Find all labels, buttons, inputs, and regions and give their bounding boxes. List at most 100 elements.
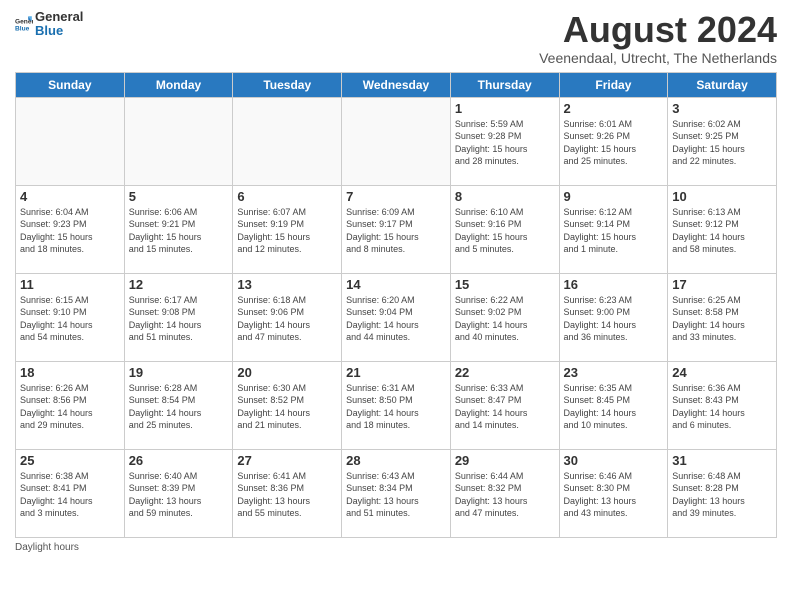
day-info: Sunrise: 6:06 AM Sunset: 9:21 PM Dayligh…	[129, 206, 229, 256]
calendar-cell	[342, 97, 451, 185]
weekday-header-row: SundayMondayTuesdayWednesdayThursdayFrid…	[16, 72, 777, 97]
location-title: Veenendaal, Utrecht, The Netherlands	[539, 50, 777, 66]
day-info: Sunrise: 6:01 AM Sunset: 9:26 PM Dayligh…	[564, 118, 664, 168]
week-row-1: 1 Sunrise: 5:59 AM Sunset: 9:28 PM Daylig…	[16, 97, 777, 185]
day-info: Sunrise: 6:33 AM Sunset: 8:47 PM Dayligh…	[455, 382, 555, 432]
calendar-cell: 22Sunrise: 6:33 AM Sunset: 8:47 PM Dayli…	[450, 361, 559, 449]
day-number: 20	[237, 365, 337, 380]
day-info: Sunrise: 6:28 AM Sunset: 8:54 PM Dayligh…	[129, 382, 229, 432]
day-info: Sunrise: 6:44 AM Sunset: 8:32 PM Dayligh…	[455, 470, 555, 520]
day-info: Sunrise: 6:20 AM Sunset: 9:04 PM Dayligh…	[346, 294, 446, 344]
calendar-cell: 11 Sunrise: 6:15 AM Sunset: 9:10 PM Dayli…	[16, 273, 125, 361]
day-number: 15	[455, 277, 555, 292]
day-info: Sunrise: 6:30 AM Sunset: 8:52 PM Dayligh…	[237, 382, 337, 432]
day-number: 18	[20, 365, 120, 380]
calendar-cell: 4Sunrise: 6:04 AM Sunset: 9:23 PM Daylig…	[16, 185, 125, 273]
header-section: General Blue General Blue August 2024 Ve…	[15, 10, 777, 66]
calendar-cell: 1 Sunrise: 5:59 AM Sunset: 9:28 PM Daylig…	[450, 97, 559, 185]
day-number: 2	[564, 101, 664, 116]
calendar-cell	[233, 97, 342, 185]
calendar-cell: 26 Sunrise: 6:40 AM Sunset: 8:39 PM Dayli…	[124, 449, 233, 537]
calendar-cell: 23 Sunrise: 6:35 AM Sunset: 8:45 PM Dayli…	[559, 361, 668, 449]
day-number: 17	[672, 277, 772, 292]
calendar-cell: 18Sunrise: 6:26 AM Sunset: 8:56 PM Dayli…	[16, 361, 125, 449]
day-number: 25	[20, 453, 120, 468]
day-info: Sunrise: 6:25 AM Sunset: 8:58 PM Dayligh…	[672, 294, 772, 344]
day-info: Sunrise: 6:36 AM Sunset: 8:43 PM Dayligh…	[672, 382, 772, 432]
calendar-cell: 16Sunrise: 6:23 AM Sunset: 9:00 PM Dayli…	[559, 273, 668, 361]
logo: General Blue General Blue	[15, 10, 83, 39]
day-info: Sunrise: 6:17 AM Sunset: 9:08 PM Dayligh…	[129, 294, 229, 344]
weekday-header-thursday: Thursday	[450, 72, 559, 97]
footer-note: Daylight hours	[15, 542, 777, 553]
day-info: Sunrise: 6:31 AM Sunset: 8:50 PM Dayligh…	[346, 382, 446, 432]
weekday-header-wednesday: Wednesday	[342, 72, 451, 97]
calendar-cell: 6Sunrise: 6:07 AM Sunset: 9:19 PM Daylig…	[233, 185, 342, 273]
day-number: 23	[564, 365, 664, 380]
day-number: 11	[20, 277, 120, 292]
day-number: 9	[564, 189, 664, 204]
day-info: Sunrise: 6:35 AM Sunset: 8:45 PM Dayligh…	[564, 382, 664, 432]
day-info: Sunrise: 6:02 AM Sunset: 9:25 PM Dayligh…	[672, 118, 772, 168]
day-info: Sunrise: 6:15 AM Sunset: 9:10 PM Dayligh…	[20, 294, 120, 344]
logo-icon: General Blue	[15, 15, 33, 33]
day-info: Sunrise: 6:38 AM Sunset: 8:41 PM Dayligh…	[20, 470, 120, 520]
calendar-cell: 10Sunrise: 6:13 AM Sunset: 9:12 PM Dayli…	[668, 185, 777, 273]
day-info: Sunrise: 6:46 AM Sunset: 8:30 PM Dayligh…	[564, 470, 664, 520]
calendar-cell: 2 Sunrise: 6:01 AM Sunset: 9:26 PM Daylig…	[559, 97, 668, 185]
calendar-cell	[124, 97, 233, 185]
calendar-cell: 30 Sunrise: 6:46 AM Sunset: 8:30 PM Dayli…	[559, 449, 668, 537]
day-info: Sunrise: 6:40 AM Sunset: 8:39 PM Dayligh…	[129, 470, 229, 520]
day-number: 13	[237, 277, 337, 292]
calendar-cell: 15 Sunrise: 6:22 AM Sunset: 9:02 PM Dayli…	[450, 273, 559, 361]
calendar-cell: 20 Sunrise: 6:30 AM Sunset: 8:52 PM Dayli…	[233, 361, 342, 449]
day-number: 31	[672, 453, 772, 468]
day-number: 7	[346, 189, 446, 204]
day-number: 1	[455, 101, 555, 116]
day-number: 26	[129, 453, 229, 468]
day-info: Sunrise: 5:59 AM Sunset: 9:28 PM Dayligh…	[455, 118, 555, 168]
day-info: Sunrise: 6:07 AM Sunset: 9:19 PM Dayligh…	[237, 206, 337, 256]
day-info: Sunrise: 6:18 AM Sunset: 9:06 PM Dayligh…	[237, 294, 337, 344]
day-info: Sunrise: 6:22 AM Sunset: 9:02 PM Dayligh…	[455, 294, 555, 344]
weekday-header-saturday: Saturday	[668, 72, 777, 97]
calendar-cell: 8Sunrise: 6:10 AM Sunset: 9:16 PM Daylig…	[450, 185, 559, 273]
day-number: 5	[129, 189, 229, 204]
weekday-header-friday: Friday	[559, 72, 668, 97]
day-number: 24	[672, 365, 772, 380]
day-info: Sunrise: 6:04 AM Sunset: 9:23 PM Dayligh…	[20, 206, 120, 256]
day-number: 27	[237, 453, 337, 468]
day-info: Sunrise: 6:09 AM Sunset: 9:17 PM Dayligh…	[346, 206, 446, 256]
calendar-cell: 7 Sunrise: 6:09 AM Sunset: 9:17 PM Daylig…	[342, 185, 451, 273]
calendar-cell: 28Sunrise: 6:43 AM Sunset: 8:34 PM Dayli…	[342, 449, 451, 537]
day-number: 30	[564, 453, 664, 468]
calendar-cell: 31 Sunrise: 6:48 AM Sunset: 8:28 PM Dayli…	[668, 449, 777, 537]
day-number: 12	[129, 277, 229, 292]
week-row-2: 4Sunrise: 6:04 AM Sunset: 9:23 PM Daylig…	[16, 185, 777, 273]
day-info: Sunrise: 6:43 AM Sunset: 8:34 PM Dayligh…	[346, 470, 446, 520]
week-row-3: 11 Sunrise: 6:15 AM Sunset: 9:10 PM Dayli…	[16, 273, 777, 361]
calendar-cell: 25 Sunrise: 6:38 AM Sunset: 8:41 PM Dayli…	[16, 449, 125, 537]
calendar-cell: 12 Sunrise: 6:17 AM Sunset: 9:08 PM Dayli…	[124, 273, 233, 361]
calendar-cell: 27Sunrise: 6:41 AM Sunset: 8:36 PM Dayli…	[233, 449, 342, 537]
day-info: Sunrise: 6:48 AM Sunset: 8:28 PM Dayligh…	[672, 470, 772, 520]
weekday-header-sunday: Sunday	[16, 72, 125, 97]
calendar-cell: 13 Sunrise: 6:18 AM Sunset: 9:06 PM Dayli…	[233, 273, 342, 361]
day-info: Sunrise: 6:23 AM Sunset: 9:00 PM Dayligh…	[564, 294, 664, 344]
calendar-cell	[16, 97, 125, 185]
weekday-header-tuesday: Tuesday	[233, 72, 342, 97]
day-number: 3	[672, 101, 772, 116]
calendar-cell: 24 Sunrise: 6:36 AM Sunset: 8:43 PM Dayli…	[668, 361, 777, 449]
svg-text:Blue: Blue	[15, 26, 30, 33]
day-number: 19	[129, 365, 229, 380]
day-info: Sunrise: 6:13 AM Sunset: 9:12 PM Dayligh…	[672, 206, 772, 256]
calendar-cell: 14Sunrise: 6:20 AM Sunset: 9:04 PM Dayli…	[342, 273, 451, 361]
week-row-4: 18Sunrise: 6:26 AM Sunset: 8:56 PM Dayli…	[16, 361, 777, 449]
day-number: 21	[346, 365, 446, 380]
calendar-cell: 29 Sunrise: 6:44 AM Sunset: 8:32 PM Dayli…	[450, 449, 559, 537]
day-number: 29	[455, 453, 555, 468]
calendar-table: SundayMondayTuesdayWednesdayThursdayFrid…	[15, 72, 777, 538]
day-info: Sunrise: 6:12 AM Sunset: 9:14 PM Dayligh…	[564, 206, 664, 256]
main-container: General Blue General Blue August 2024 Ve…	[0, 0, 792, 558]
logo-general-text: General	[35, 10, 83, 24]
